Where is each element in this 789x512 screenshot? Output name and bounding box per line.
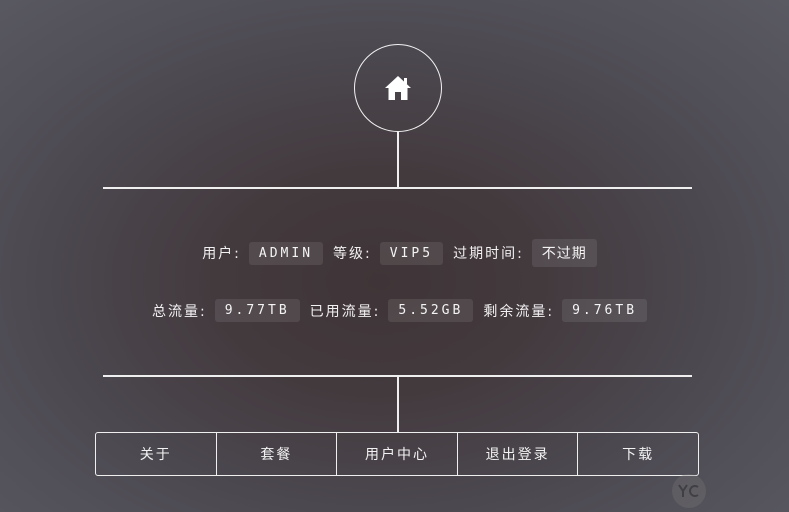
remaining-traffic-value: 9.76TB [562,299,648,322]
bottom-connector-line [397,376,399,432]
nav-about-button[interactable]: 关于 [96,433,217,475]
nav-plans-button[interactable]: 套餐 [217,433,338,475]
expiry-label: 过期时间: [453,246,524,262]
traffic-info-row: 总流量: 9.77TB 已用流量: 5.52GB 剩余流量: 9.76TB [0,299,789,322]
top-connector-line [397,131,399,188]
nav-logout-button[interactable]: 退出登录 [458,433,579,475]
expiry-value: 不过期 [531,239,597,267]
nav-download-button[interactable]: 下载 [578,433,698,475]
yc-logo-icon [672,474,706,508]
top-divider [103,187,692,189]
nav-bar: 关于 套餐 用户中心 退出登录 下载 [95,432,699,476]
level-label: 等级: [333,246,372,262]
remaining-traffic-label: 剩余流量: [483,303,555,320]
home-icon [385,76,411,100]
user-label: 用户: [202,246,241,262]
user-info-row: 用户: ADMIN 等级: VIP5 过期时间: 不过期 [0,239,789,267]
user-value: ADMIN [248,241,324,265]
total-traffic-label: 总流量: [151,303,207,320]
used-traffic-label: 已用流量: [309,303,381,320]
used-traffic-value: 5.52GB [388,299,474,322]
watermark-logo [672,474,706,508]
level-value: VIP5 [379,241,444,265]
home-button[interactable] [354,44,442,132]
nav-user-center-button[interactable]: 用户中心 [337,433,458,475]
total-traffic-value: 9.77TB [214,299,300,322]
